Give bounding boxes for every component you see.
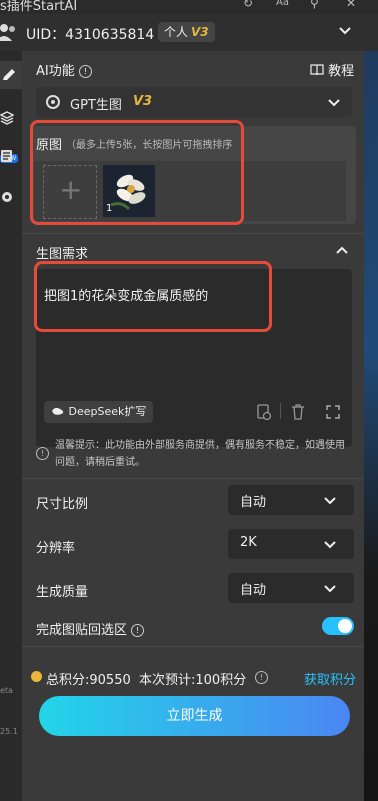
aspect-ratio-value: 自动: [240, 495, 267, 510]
trash-icon[interactable]: [291, 404, 305, 420]
edit-icon: [3, 69, 15, 80]
toggle-knob: [338, 619, 352, 633]
resolution-value: 2K: [240, 535, 257, 550]
openai-icon: [46, 95, 60, 109]
tutorial-link[interactable]: 教程: [310, 60, 354, 79]
aspect-ratio-select[interactable]: 自动: [228, 485, 354, 515]
expand-icon[interactable]: [326, 405, 340, 419]
version-text-1: eta: [0, 686, 13, 695]
history-icon[interactable]: [256, 404, 272, 420]
ai-function-label-text: AI功能: [36, 64, 75, 79]
divider: [22, 478, 364, 479]
deepseek-label: DeepSeek扩写: [68, 405, 147, 418]
plan-tier: V3: [191, 25, 209, 39]
close-icon[interactable]: ✕: [346, 0, 356, 10]
canvas-background: [364, 51, 378, 801]
window-title: s插件StartAI: [0, 0, 78, 14]
window-titlebar: s插件StartAI ↻ Aa ⚲ ✕: [0, 0, 378, 14]
chevron-down-icon: [324, 541, 336, 549]
ai-function-label: AI功能 !: [36, 60, 92, 79]
gear-icon[interactable]: [0, 190, 14, 204]
book-icon: [310, 64, 324, 76]
get-points-link[interactable]: 获取积分: [304, 669, 356, 688]
document-icon[interactable]: [0, 149, 14, 163]
chevron-up-icon[interactable]: [336, 245, 348, 255]
chevron-down-icon: [324, 585, 336, 593]
resolution-label: 分辨率: [36, 541, 76, 556]
sidebar-item-edit[interactable]: [0, 61, 22, 89]
quality-label: 生成质量: [36, 585, 89, 600]
uid-text: UID：4310635814: [26, 27, 155, 43]
quality-value: 自动: [240, 583, 267, 598]
layers-icon[interactable]: [0, 111, 14, 125]
generate-button[interactable]: 立即生成: [39, 696, 350, 736]
points-info-icon[interactable]: !: [255, 671, 268, 684]
quality-select[interactable]: 自动: [228, 573, 354, 603]
account-bar: UID：4310635814 个人 V3: [0, 14, 378, 52]
model-tier: V3: [133, 94, 153, 109]
plan-name: 个人: [164, 25, 189, 39]
coin-icon: [31, 671, 42, 682]
chevron-down-icon[interactable]: [338, 24, 352, 38]
chevron-down-icon: [324, 497, 336, 505]
info-icon[interactable]: !: [78, 65, 92, 78]
resolution-select[interactable]: 2K: [228, 529, 354, 559]
model-select[interactable]: GPT生图 V3: [36, 87, 352, 117]
separator: [280, 403, 281, 419]
aspect-ratio-label: 尺寸比例: [36, 497, 89, 512]
divider: [22, 646, 364, 647]
plan-badge: 个人 V3: [158, 22, 215, 42]
paste-back-label-text: 完成图贴回选区: [36, 623, 128, 638]
points-summary: 总积分:90550 本次预计:100积分: [46, 673, 247, 688]
chevron-down-icon: [328, 99, 340, 107]
font-size-icon[interactable]: Aa: [276, 0, 289, 8]
divider: [22, 233, 364, 234]
pin-icon[interactable]: ⚲: [310, 0, 319, 10]
main-panel: AI功能 ! 教程 GPT生图 V3 原图 （最多上传5张，长按图片可拖拽排序 …: [22, 51, 364, 801]
highlight-box-source: [30, 120, 244, 225]
refresh-icon[interactable]: ↻: [243, 0, 253, 10]
highlight-box-prompt: [34, 261, 272, 332]
deepseek-whale-icon: [52, 407, 64, 415]
info-icon[interactable]: !: [131, 624, 145, 637]
version-text-2: 25.1: [0, 727, 18, 736]
paste-back-label: 完成图贴回选区 !: [36, 619, 145, 638]
service-notice: 温馨提示：此功能由外部服务商提供，偶有服务不稳定，如遇使用问题，请稍后重试。: [55, 440, 345, 468]
deepseek-expand-button[interactable]: DeepSeek扩写: [44, 401, 154, 423]
notice-info-icon: !: [36, 447, 49, 460]
user-icon: [0, 24, 15, 41]
paste-back-toggle[interactable]: [322, 617, 354, 635]
tutorial-label: 教程: [328, 64, 355, 79]
tool-sidebar: NEW eta 25.1: [0, 51, 22, 801]
model-name: GPT生图: [70, 98, 122, 113]
prompt-section-title: 生图需求: [36, 247, 89, 262]
